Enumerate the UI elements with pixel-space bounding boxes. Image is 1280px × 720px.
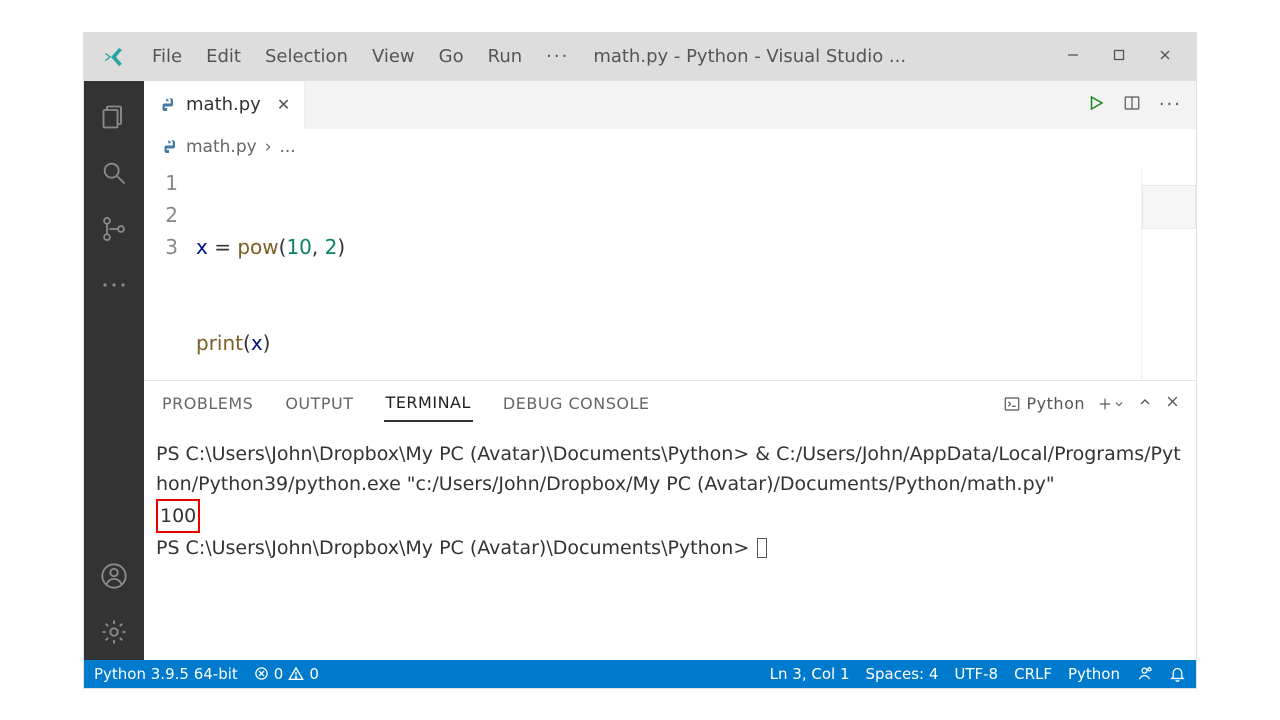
- terminal-shell-icon[interactable]: Python: [1003, 394, 1085, 413]
- python-file-icon: [160, 138, 178, 156]
- terminal-output[interactable]: PS C:\Users\John\Dropbox\My PC (Avatar)\…: [144, 427, 1196, 660]
- menu-more-icon[interactable]: ···: [546, 46, 569, 67]
- status-language[interactable]: Python: [1068, 665, 1120, 683]
- status-errors[interactable]: 0 0: [254, 665, 319, 683]
- source-control-icon[interactable]: [84, 201, 144, 257]
- minimap-viewport[interactable]: [1142, 185, 1196, 229]
- settings-gear-icon[interactable]: [84, 604, 144, 660]
- status-spaces[interactable]: Spaces: 4: [865, 665, 938, 683]
- terminal-cursor: [757, 538, 767, 558]
- panel-tab-debug-console[interactable]: DEBUG CONSOLE: [501, 386, 652, 421]
- breadcrumb-file: math.py: [186, 137, 257, 157]
- editor-group: math.py ✕ ··· math.py: [144, 81, 1196, 660]
- panel-tab-output[interactable]: OUTPUT: [283, 386, 355, 421]
- panel-tab-problems[interactable]: PROBLEMS: [160, 386, 255, 421]
- python-file-icon: [158, 96, 176, 114]
- status-interpreter[interactable]: Python 3.9.5 64-bit: [94, 665, 238, 683]
- status-eol[interactable]: CRLF: [1014, 665, 1052, 683]
- status-encoding[interactable]: UTF-8: [954, 665, 998, 683]
- vscode-window: File Edit Selection View Go Run ··· math…: [84, 33, 1196, 688]
- close-panel-icon[interactable]: [1165, 394, 1180, 413]
- code-content: x = pow(10, 2) print(x): [196, 167, 1141, 380]
- run-file-icon[interactable]: [1087, 94, 1105, 116]
- bottom-panel: PROBLEMS OUTPUT TERMINAL DEBUG CONSOLE P…: [144, 380, 1196, 660]
- tab-close-icon[interactable]: ✕: [277, 95, 290, 114]
- editor-tab-label: math.py: [186, 94, 261, 115]
- activity-bar: [84, 81, 144, 660]
- code-editor[interactable]: 1 2 3 x = pow(10, 2) print(x): [144, 165, 1196, 380]
- status-line-col[interactable]: Ln 3, Col 1: [770, 665, 850, 683]
- menu-go[interactable]: Go: [439, 46, 464, 67]
- menu-run[interactable]: Run: [488, 46, 523, 67]
- editor-tab-math[interactable]: math.py ✕: [144, 81, 305, 129]
- search-icon[interactable]: [84, 145, 144, 201]
- breadcrumb-separator: ›: [265, 137, 272, 157]
- breadcrumb-rest: ...: [280, 137, 296, 157]
- program-output: 100: [156, 499, 200, 533]
- panel-tab-bar: PROBLEMS OUTPUT TERMINAL DEBUG CONSOLE P…: [144, 381, 1196, 427]
- menu-view[interactable]: View: [372, 46, 415, 67]
- vscode-logo-icon: [102, 45, 126, 69]
- line-number-gutter: 1 2 3: [144, 167, 196, 380]
- new-terminal-icon[interactable]: [1097, 396, 1125, 412]
- menu-file[interactable]: File: [152, 46, 182, 67]
- accounts-icon[interactable]: [84, 548, 144, 604]
- menu-selection[interactable]: Selection: [265, 46, 348, 67]
- minimap[interactable]: [1141, 167, 1196, 380]
- status-notifications-icon[interactable]: [1169, 665, 1186, 682]
- editor-tabs: math.py ✕ ···: [144, 81, 1196, 129]
- explorer-icon[interactable]: [84, 89, 144, 145]
- panel-tab-terminal[interactable]: TERMINAL: [384, 385, 473, 422]
- titlebar: File Edit Selection View Go Run ··· math…: [84, 33, 1196, 81]
- window-title: math.py - Python - Visual Studio ...: [593, 46, 1050, 67]
- breadcrumb[interactable]: math.py › ...: [144, 129, 1196, 165]
- maximize-panel-icon[interactable]: [1137, 394, 1153, 414]
- window-maximize-icon[interactable]: [1096, 48, 1142, 66]
- more-icon[interactable]: [84, 257, 144, 313]
- window-minimize-icon[interactable]: [1050, 48, 1096, 66]
- menu-edit[interactable]: Edit: [206, 46, 241, 67]
- window-close-icon[interactable]: [1142, 48, 1188, 66]
- status-bar: Python 3.9.5 64-bit 0 0 Ln 3, Col 1 Spac…: [84, 660, 1196, 688]
- split-editor-icon[interactable]: [1123, 94, 1141, 116]
- status-feedback-icon[interactable]: [1136, 665, 1153, 682]
- editor-more-icon[interactable]: ···: [1159, 94, 1182, 115]
